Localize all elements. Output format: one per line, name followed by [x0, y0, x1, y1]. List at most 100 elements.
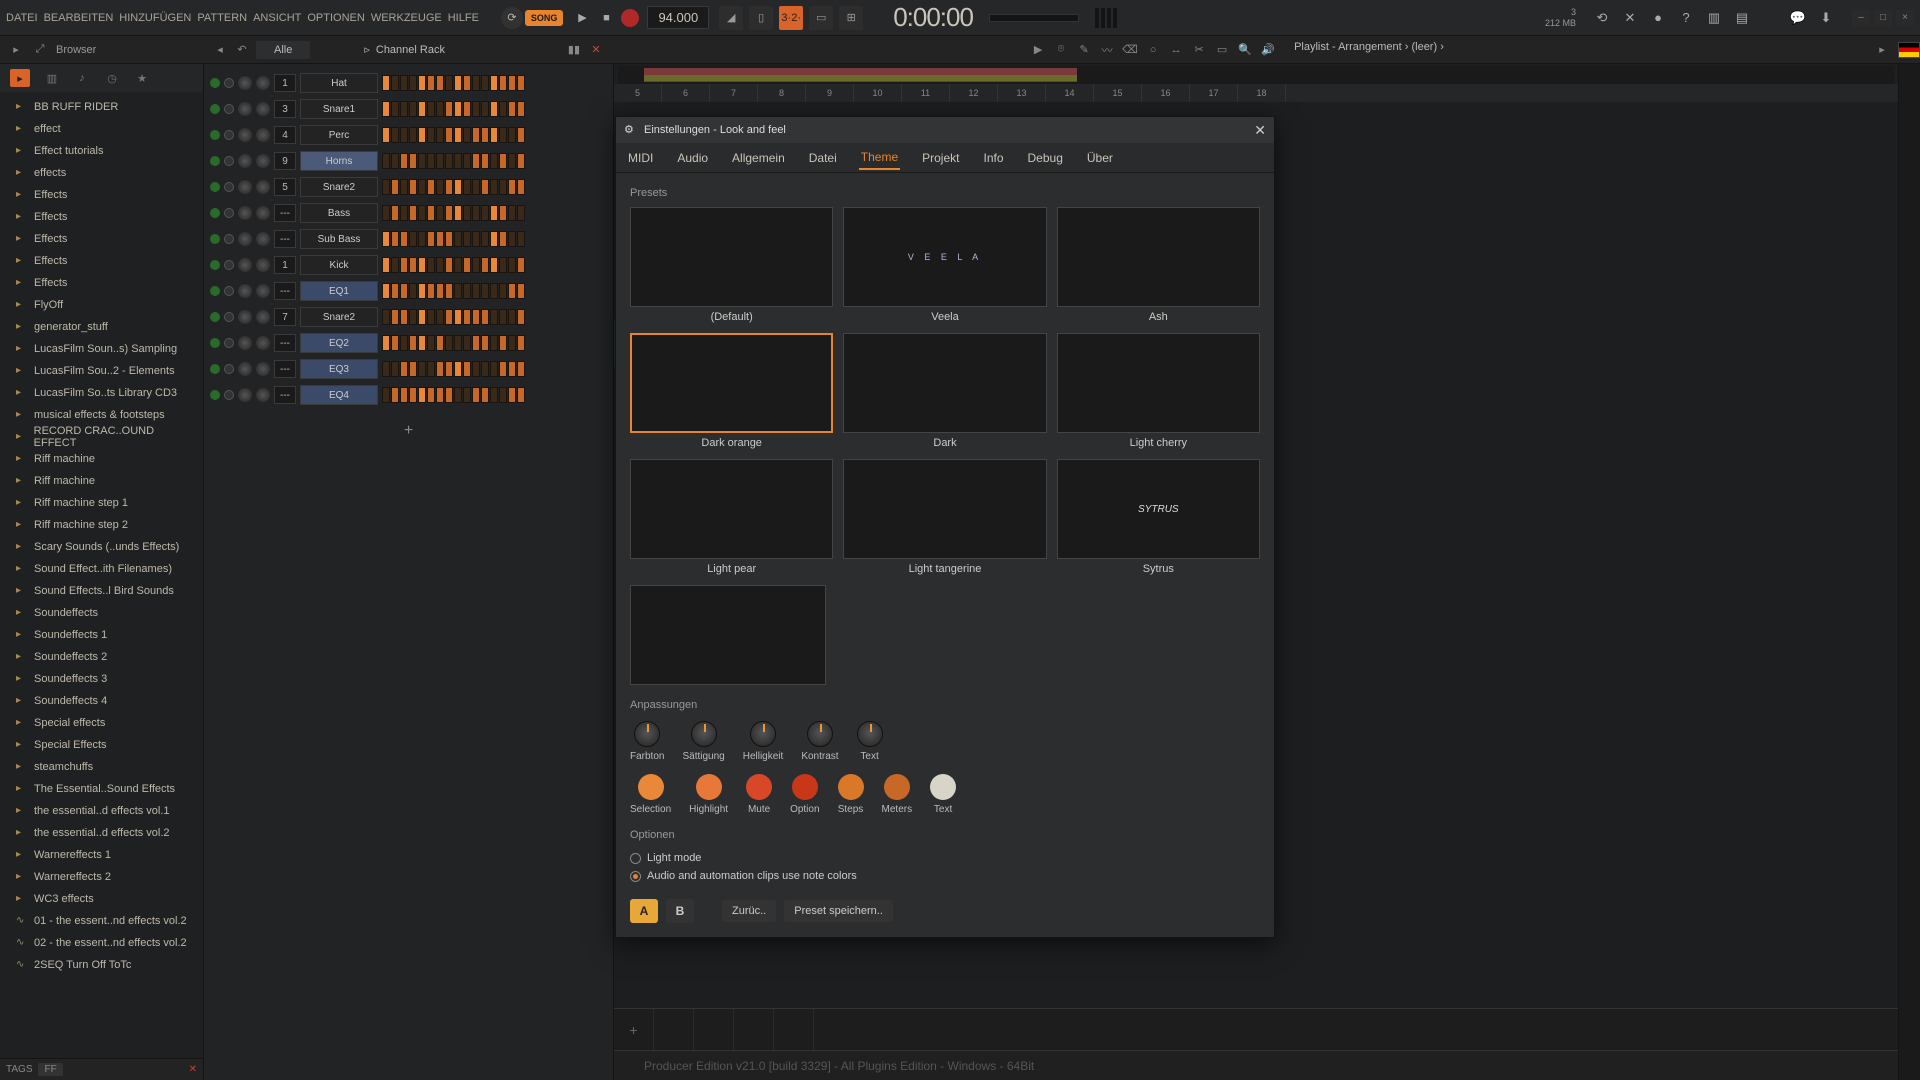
color-swatch[interactable]: Option [790, 774, 819, 815]
step-cell[interactable] [427, 205, 435, 221]
step-cell[interactable] [481, 309, 489, 325]
color-swatch[interactable]: Selection [630, 774, 671, 815]
step-cell[interactable] [472, 257, 480, 273]
step-cell[interactable] [382, 127, 390, 143]
channel-enable-led[interactable] [210, 130, 220, 140]
step-cell[interactable] [499, 361, 507, 377]
step-cell[interactable] [490, 179, 498, 195]
step-cell[interactable] [382, 283, 390, 299]
playlist-overview[interactable] [618, 66, 1894, 84]
step-cell[interactable] [517, 153, 525, 169]
browser-star-icon[interactable]: ★ [134, 70, 150, 86]
step-cell[interactable] [436, 101, 444, 117]
step-cell[interactable] [436, 283, 444, 299]
step-cell[interactable] [472, 309, 480, 325]
step-cell[interactable] [445, 75, 453, 91]
step-cell[interactable] [400, 387, 408, 403]
step-cell[interactable] [418, 257, 426, 273]
tab-info[interactable]: Info [981, 147, 1005, 169]
channel-vol-knob[interactable] [256, 388, 270, 402]
step-cell[interactable] [400, 257, 408, 273]
browser-toggle-icon[interactable]: ▥ [1704, 8, 1724, 28]
step-cell[interactable] [418, 153, 426, 169]
step-cell[interactable] [382, 153, 390, 169]
menu-hinzufügen[interactable]: HINZUFÜGEN [119, 12, 191, 24]
channel-vol-knob[interactable] [256, 362, 270, 376]
step-cell[interactable] [427, 153, 435, 169]
step-cell[interactable] [445, 231, 453, 247]
step-cell[interactable] [454, 101, 462, 117]
step-cell[interactable] [508, 335, 516, 351]
step-cell[interactable] [463, 127, 471, 143]
channel-name[interactable]: Snare2 [300, 177, 378, 197]
main-menu[interactable]: DATEI BEARBEITEN HINZUFÜGEN PATTERN ANSI… [6, 12, 479, 24]
ruler-tick[interactable]: 7 [710, 84, 758, 102]
channel-pan-knob[interactable] [238, 206, 252, 220]
step-cell[interactable] [409, 127, 417, 143]
step-cell[interactable] [472, 283, 480, 299]
channel-vol-knob[interactable] [256, 102, 270, 116]
step-cell[interactable] [463, 361, 471, 377]
step-cell[interactable] [481, 205, 489, 221]
step-cell[interactable] [391, 101, 399, 117]
step-cell[interactable] [382, 257, 390, 273]
undo-icon[interactable]: ↶ [234, 42, 250, 58]
zoom-icon[interactable]: 🔍 [1236, 41, 1254, 59]
download-icon[interactable]: ⬇ [1816, 8, 1836, 28]
step-cell[interactable] [463, 335, 471, 351]
theme-preset[interactable]: Dark [843, 333, 1046, 449]
step-cell[interactable] [499, 75, 507, 91]
browser-item[interactable]: ▸Special effects [0, 712, 203, 734]
step-cell[interactable] [517, 179, 525, 195]
step-cell[interactable] [409, 283, 417, 299]
ruler-tick[interactable]: 18 [1238, 84, 1286, 102]
ruler-tick[interactable]: 16 [1142, 84, 1190, 102]
browser-item[interactable]: ▸Soundeffects 1 [0, 624, 203, 646]
step-cell[interactable] [400, 127, 408, 143]
browser-item[interactable]: ▸RECORD CRAC..OUND EFFECT [0, 426, 203, 448]
step-cell[interactable] [382, 361, 390, 377]
step-cell[interactable] [409, 101, 417, 117]
render-icon[interactable] [1760, 8, 1780, 28]
channel-name[interactable]: EQ2 [300, 333, 378, 353]
tab-über[interactable]: Über [1085, 147, 1115, 169]
dialog-titlebar[interactable]: ⚙ Einstellungen - Look and feel ✕ [616, 117, 1274, 143]
loop-rec-icon[interactable]: ▭ [809, 6, 833, 30]
step-cell[interactable] [508, 127, 516, 143]
preset-extra[interactable] [630, 585, 826, 685]
browser-item[interactable]: ▸Soundeffects 3 [0, 668, 203, 690]
step-cell[interactable] [517, 309, 525, 325]
adjust-knob[interactable]: Text [857, 721, 883, 762]
step-cell[interactable] [418, 361, 426, 377]
channel-name[interactable]: EQ1 [300, 281, 378, 301]
step-cell[interactable] [508, 75, 516, 91]
play-button[interactable]: ▶ [573, 9, 591, 27]
ruler-tick[interactable]: 17 [1190, 84, 1238, 102]
step-cell[interactable] [445, 387, 453, 403]
step-cell[interactable] [445, 205, 453, 221]
step-cell[interactable] [436, 335, 444, 351]
step-cell[interactable] [391, 75, 399, 91]
step-cell[interactable] [517, 257, 525, 273]
step-cell[interactable] [472, 361, 480, 377]
step-cell[interactable] [427, 361, 435, 377]
clear-tag-icon[interactable]: ✕ [189, 1064, 197, 1075]
channel-mixer-num[interactable]: --- [274, 360, 296, 378]
mixer-add-icon[interactable]: + [614, 1009, 654, 1050]
step-cell[interactable] [382, 205, 390, 221]
channel-pan-knob[interactable] [238, 362, 252, 376]
step-cell[interactable] [490, 127, 498, 143]
step-cell[interactable] [481, 335, 489, 351]
channel-mute[interactable] [224, 208, 234, 218]
theme-preset[interactable]: Light cherry [1057, 333, 1260, 449]
play-mini-icon[interactable]: ▶ [1029, 41, 1047, 59]
browser-item[interactable]: ▸the essential..d effects vol.1 [0, 800, 203, 822]
step-cell[interactable] [382, 387, 390, 403]
step-cell[interactable] [472, 127, 480, 143]
dialog-close-button[interactable]: ✕ [1254, 122, 1266, 139]
channel-mute[interactable] [224, 364, 234, 374]
menu-hilfe[interactable]: HILFE [448, 12, 479, 24]
step-cell[interactable] [445, 257, 453, 273]
ruler-tick[interactable]: 6 [662, 84, 710, 102]
channel-enable-led[interactable] [210, 104, 220, 114]
